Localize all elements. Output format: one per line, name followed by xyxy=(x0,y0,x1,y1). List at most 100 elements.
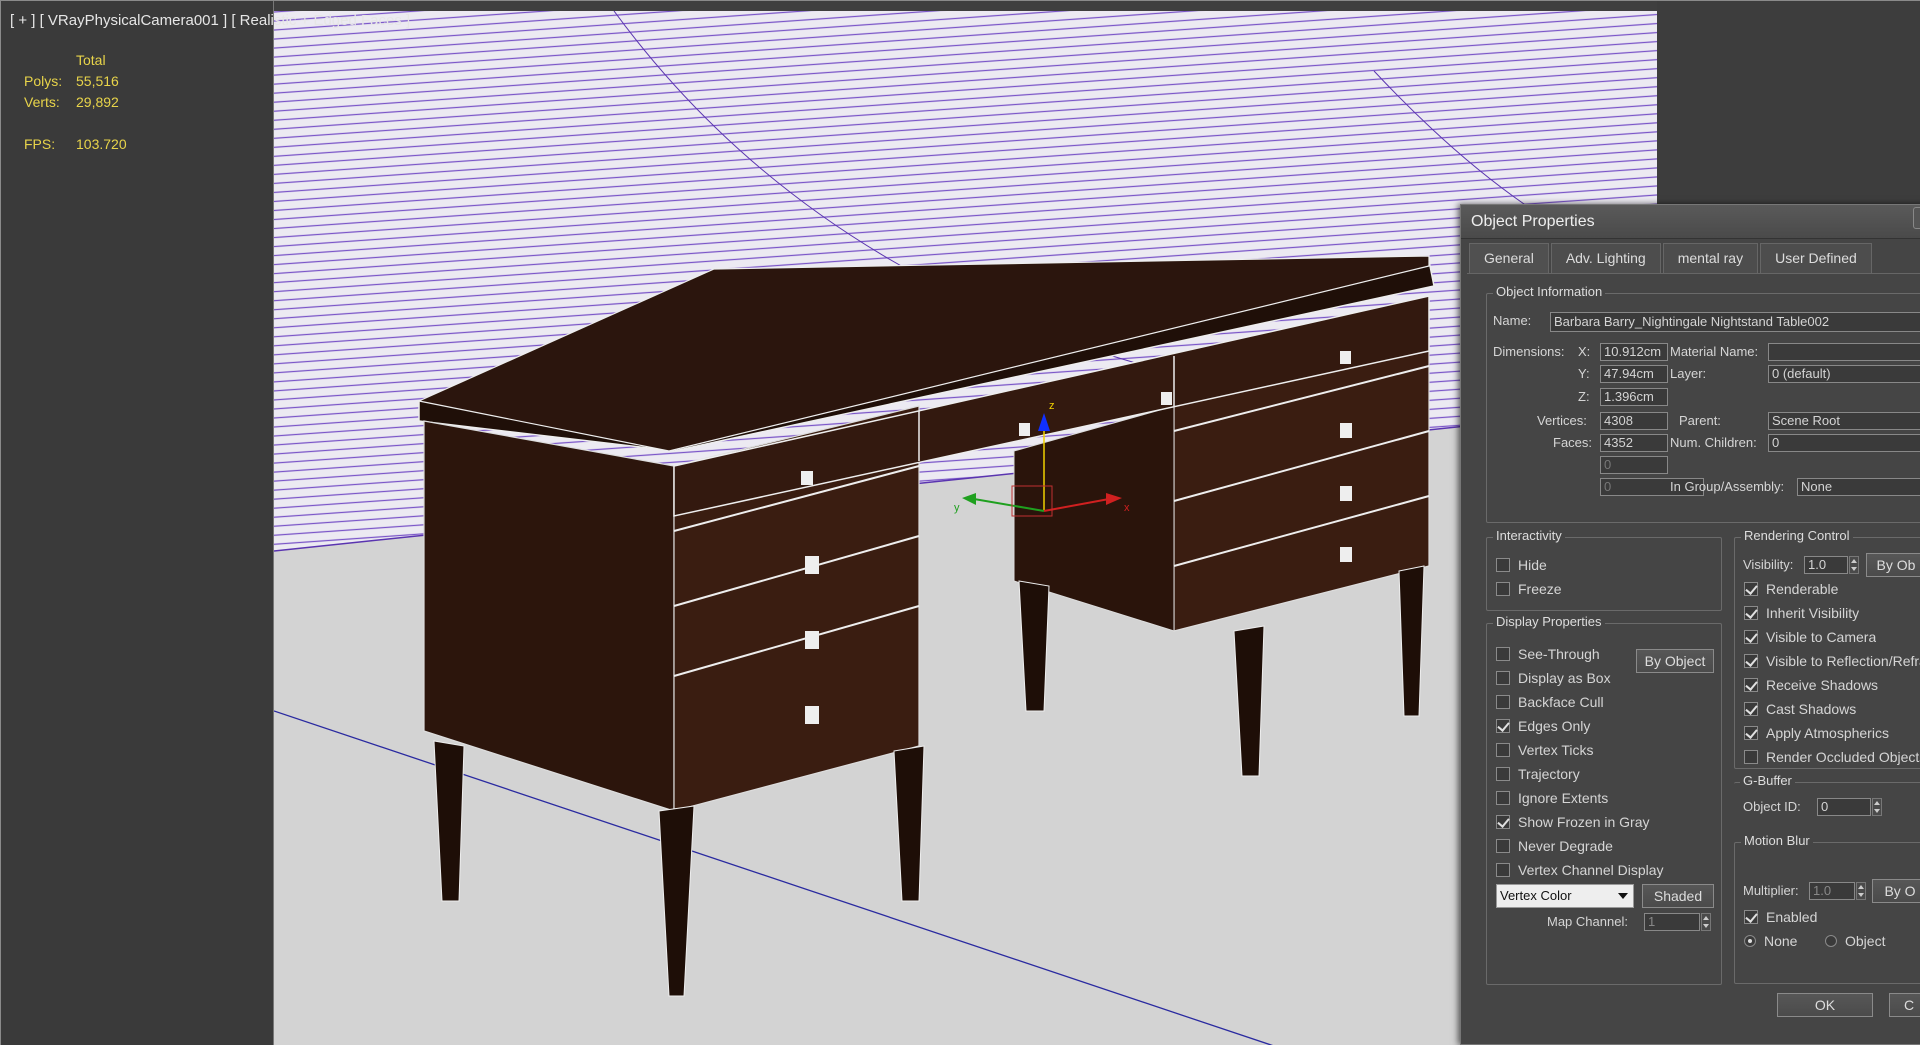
visibility-spinner[interactable] xyxy=(1849,556,1859,574)
display-option-vertex-channel-display[interactable]: Vertex Channel Display xyxy=(1496,861,1664,879)
multiplier-field[interactable]: 1.0 xyxy=(1809,882,1855,900)
object-label: Object xyxy=(1845,933,1886,949)
enabled-checkbox-box[interactable] xyxy=(1744,910,1758,924)
shaded-button[interactable]: Shaded xyxy=(1642,884,1714,908)
motion-blur-object-radio[interactable]: Object xyxy=(1825,932,1885,950)
map-channel-spinner[interactable] xyxy=(1701,913,1711,931)
display-option-backface-cull[interactable]: Backface Cull xyxy=(1496,693,1604,711)
display-option-trajectory[interactable]: Trajectory xyxy=(1496,765,1580,783)
render-option-checkbox[interactable] xyxy=(1744,582,1758,596)
verts-label: Verts: xyxy=(24,94,60,110)
cancel-button[interactable]: C xyxy=(1889,993,1920,1017)
gizmo-x-label: x xyxy=(1124,502,1130,514)
viewport-scene[interactable]: z y x xyxy=(274,11,1657,1045)
3dsmax-window: [ + ] [ VRayPhysicalCamera001 ] [ Realis… xyxy=(0,0,1920,1045)
freeze-checkbox-box[interactable] xyxy=(1496,582,1510,596)
display-option-checkbox[interactable] xyxy=(1496,647,1510,661)
multiplier-label: Multiplier: xyxy=(1743,883,1799,898)
display-option-checkbox[interactable] xyxy=(1496,719,1510,733)
faces-label: Faces: xyxy=(1553,435,1593,450)
display-option-checkbox[interactable] xyxy=(1496,743,1510,757)
none-radio-dot[interactable] xyxy=(1744,935,1756,947)
display-option-show-frozen-in-gray[interactable]: Show Frozen in Gray xyxy=(1496,813,1650,831)
render-option-checkbox[interactable] xyxy=(1744,678,1758,692)
display-option-see-through[interactable]: See-Through xyxy=(1496,645,1600,663)
render-option-checkbox[interactable] xyxy=(1744,726,1758,740)
render-option-checkbox[interactable] xyxy=(1744,606,1758,620)
name-field[interactable]: Barbara Barry_Nightingale Nightstand Tab… xyxy=(1550,312,1920,332)
display-option-label: Show Frozen in Gray xyxy=(1518,814,1650,830)
render-option-label: Inherit Visibility xyxy=(1766,605,1860,621)
num-children-label: Num. Children: xyxy=(1670,435,1757,450)
polys-value: 55,516 xyxy=(76,73,119,89)
display-option-display-as-box[interactable]: Display as Box xyxy=(1496,669,1611,687)
hide-checkbox-box[interactable] xyxy=(1496,558,1510,572)
render-option-receive-shadows[interactable]: Receive Shadows xyxy=(1744,676,1878,694)
display-option-label: Ignore Extents xyxy=(1518,790,1609,806)
render-option-renderable[interactable]: Renderable xyxy=(1744,580,1838,598)
render-option-visible-to-camera[interactable]: Visible to Camera xyxy=(1744,628,1876,646)
render-option-checkbox[interactable] xyxy=(1744,702,1758,716)
object-properties-dialog: Object Properties General Adv. Lighting … xyxy=(1460,204,1920,1045)
interactivity-label: Interactivity xyxy=(1493,528,1565,543)
render-option-visible-to-reflection-refraction[interactable]: Visible to Reflection/Refraction xyxy=(1744,652,1920,670)
display-option-checkbox[interactable] xyxy=(1496,671,1510,685)
hide-checkbox[interactable]: Hide xyxy=(1496,556,1547,574)
render-option-render-occluded-objects[interactable]: Render Occluded Objects xyxy=(1744,748,1920,766)
display-option-never-degrade[interactable]: Never Degrade xyxy=(1496,837,1613,855)
object-radio-dot[interactable] xyxy=(1825,935,1837,947)
dim-x-field[interactable]: 10.912cm xyxy=(1600,343,1668,361)
display-option-edges-only[interactable]: Edges Only xyxy=(1496,717,1590,735)
render-option-apply-atmospherics[interactable]: Apply Atmospherics xyxy=(1744,724,1889,742)
dim-y-field[interactable]: 47.94cm xyxy=(1600,365,1668,383)
display-option-ignore-extents[interactable]: Ignore Extents xyxy=(1496,789,1608,807)
motion-blur-enabled-checkbox[interactable]: Enabled xyxy=(1744,908,1817,926)
motion-blur-none-radio[interactable]: None xyxy=(1744,932,1797,950)
render-option-label: Render Occluded Objects xyxy=(1766,749,1920,765)
extra-field-1: 0 xyxy=(1600,456,1668,474)
viewport-left-margin xyxy=(1,1,274,1045)
render-option-label: Apply Atmospherics xyxy=(1766,725,1889,741)
multiplier-spinner[interactable] xyxy=(1856,882,1866,900)
display-option-checkbox[interactable] xyxy=(1496,815,1510,829)
close-icon[interactable] xyxy=(1913,207,1920,229)
parent-field: Scene Root xyxy=(1768,412,1920,430)
vertex-color-dropdown[interactable]: Vertex Color xyxy=(1496,884,1634,908)
display-by-object-button[interactable]: By Object xyxy=(1636,649,1714,673)
num-children-field: 0 xyxy=(1768,434,1920,452)
render-option-cast-shadows[interactable]: Cast Shadows xyxy=(1744,700,1856,718)
display-option-checkbox[interactable] xyxy=(1496,767,1510,781)
display-option-checkbox[interactable] xyxy=(1496,791,1510,805)
stats-total-label: Total xyxy=(76,52,106,68)
display-option-checkbox[interactable] xyxy=(1496,863,1510,877)
render-option-label: Receive Shadows xyxy=(1766,677,1879,693)
display-option-checkbox[interactable] xyxy=(1496,839,1510,853)
tab-adv-lighting[interactable]: Adv. Lighting xyxy=(1550,243,1661,273)
render-option-inherit-visibility[interactable]: Inherit Visibility xyxy=(1744,604,1859,622)
visibility-field[interactable]: 1.0 xyxy=(1804,556,1848,574)
display-option-checkbox[interactable] xyxy=(1496,695,1510,709)
enabled-label: Enabled xyxy=(1766,909,1818,925)
map-channel-label: Map Channel: xyxy=(1547,914,1628,929)
display-option-vertex-ticks[interactable]: Vertex Ticks xyxy=(1496,741,1593,759)
render-by-object-button[interactable]: By Ob xyxy=(1866,553,1920,577)
render-option-checkbox[interactable] xyxy=(1744,750,1758,764)
motion-by-object-button[interactable]: By O xyxy=(1872,879,1920,903)
map-channel-field[interactable]: 1 xyxy=(1644,913,1700,931)
tab-mental-ray[interactable]: mental ray xyxy=(1662,243,1759,273)
render-option-checkbox[interactable] xyxy=(1744,630,1758,644)
object-id-field[interactable]: 0 xyxy=(1817,798,1871,816)
render-option-checkbox[interactable] xyxy=(1744,654,1758,668)
dialog-title[interactable]: Object Properties xyxy=(1461,205,1920,239)
object-information-label: Object Information xyxy=(1493,284,1606,299)
freeze-checkbox[interactable]: Freeze xyxy=(1496,580,1562,598)
tab-general[interactable]: General xyxy=(1469,243,1549,273)
viewport-label-overlay[interactable]: [ + ] [ VRayPhysicalCamera001 ] [ Realis… xyxy=(10,12,410,29)
tab-user-defined[interactable]: User Defined xyxy=(1760,243,1872,273)
object-id-spinner[interactable] xyxy=(1872,798,1882,816)
ok-button[interactable]: OK xyxy=(1777,993,1873,1017)
dim-z-field[interactable]: 1.396cm xyxy=(1600,388,1668,406)
in-group-label: In Group/Assembly: xyxy=(1670,479,1785,494)
in-group-field: None xyxy=(1797,478,1920,496)
display-option-label: Vertex Channel Display xyxy=(1518,862,1664,878)
